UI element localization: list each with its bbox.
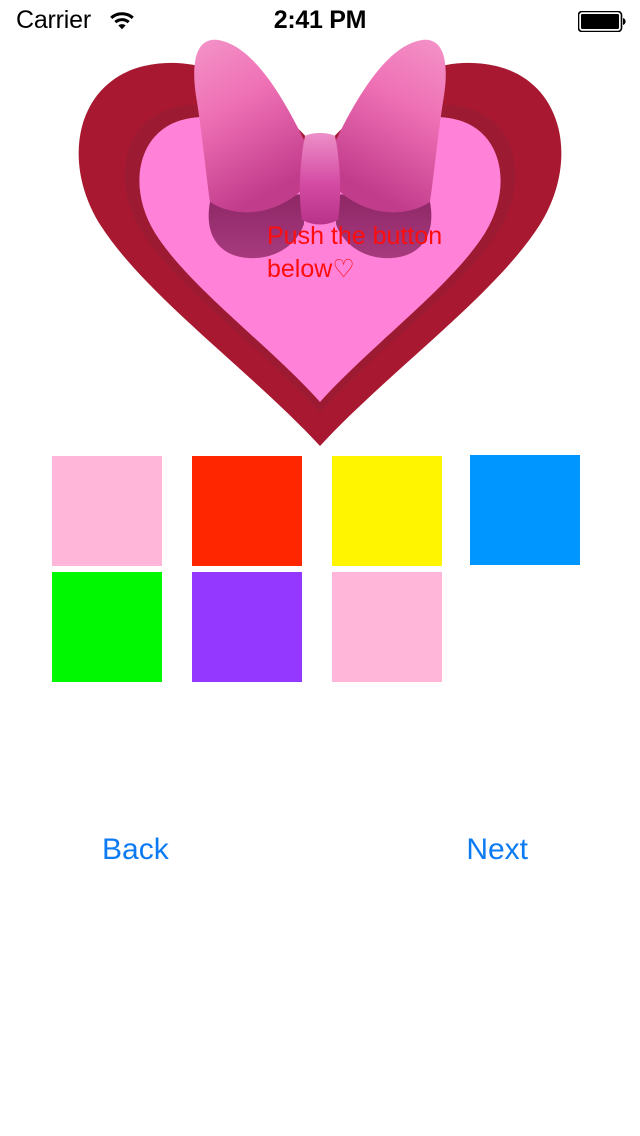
swatch-green[interactable] xyxy=(52,572,162,682)
swatch-row xyxy=(52,455,580,566)
battery-full-icon xyxy=(577,10,626,33)
status-bar-time: 2:41 PM xyxy=(273,6,367,34)
swatch-pink-light[interactable] xyxy=(52,456,162,566)
color-swatch-grid xyxy=(52,455,580,682)
back-button[interactable]: Back xyxy=(102,830,169,870)
swatch-purple[interactable] xyxy=(192,572,302,682)
swatch-row xyxy=(52,572,580,682)
heart-message-text: Push the button below♡ xyxy=(267,222,443,283)
swatch-yellow[interactable] xyxy=(332,456,442,566)
heart-graphic: Push the button below♡ xyxy=(66,34,574,446)
next-button[interactable]: Next xyxy=(466,830,528,870)
swatch-red[interactable] xyxy=(192,456,302,566)
swatch-blue[interactable] xyxy=(470,455,580,565)
app-screen: Carrier 2:41 PM Push the button below♡ B… xyxy=(0,0,640,1136)
swatch-pink-light-2[interactable] xyxy=(332,572,442,682)
navigation-bar: Back Next xyxy=(0,830,640,874)
